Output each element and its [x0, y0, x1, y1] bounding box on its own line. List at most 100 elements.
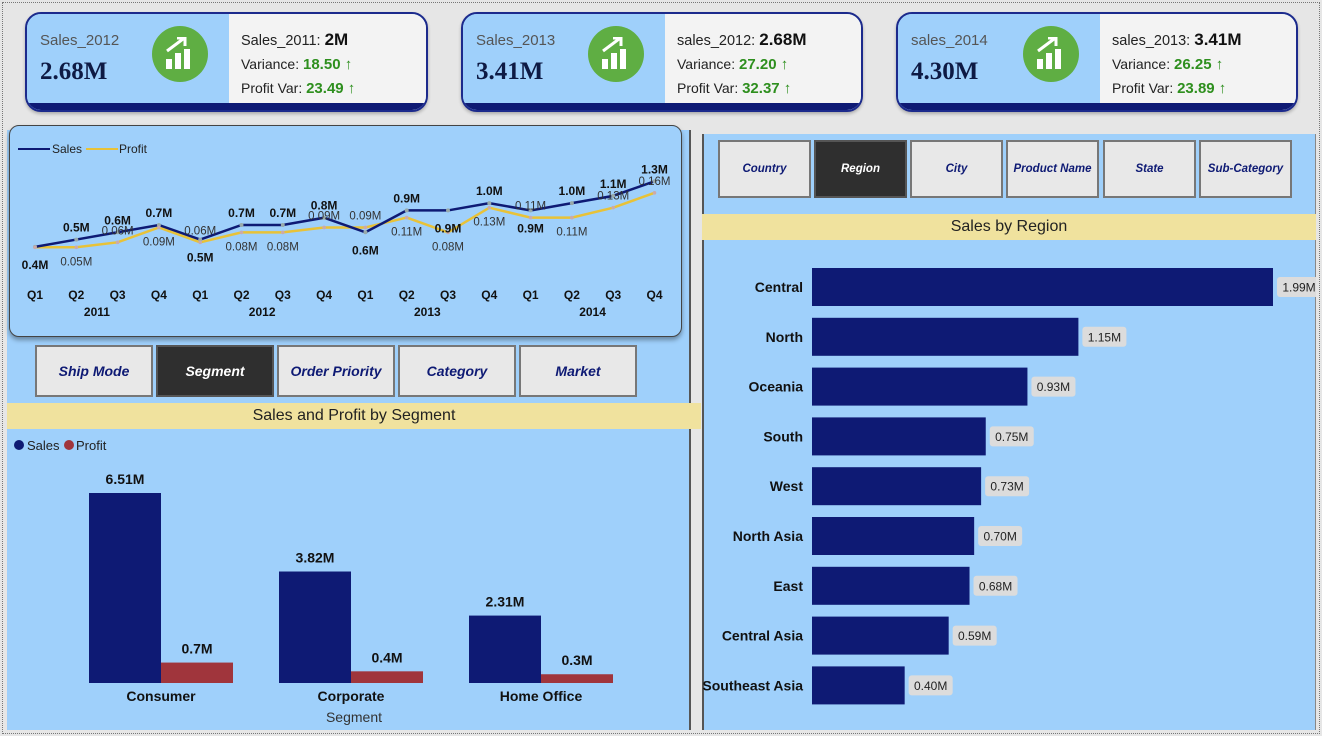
profit-data-label: 0.09M: [349, 210, 381, 222]
legend-sales-label: Sales: [27, 438, 60, 453]
sales-bar-label: 2.31M: [486, 594, 525, 610]
profit-point: [363, 225, 368, 230]
slicer-segment[interactable]: Segment: [156, 345, 274, 397]
year-label: 2011: [84, 305, 110, 319]
segment-chart-title: Sales and Profit by Segment: [7, 403, 701, 429]
kpi-variance: Variance: 26.25 ↑: [1112, 56, 1224, 73]
slicer-sub-category[interactable]: Sub-Category: [1199, 140, 1292, 198]
kpi-previous-year: Sales_2011: 2M: [241, 30, 349, 49]
sales-profit-trend-chart[interactable]: Sales Profit 0.4M 0.5M 0.6M 0.7M 0.5M 0.7M 0.7M 0…: [10, 126, 681, 336]
profit-point: [115, 240, 120, 245]
sales-data-label: 0.7M: [146, 206, 173, 220]
sales-point: [569, 201, 574, 206]
category-label: Consumer: [126, 688, 196, 704]
region-label: East: [773, 578, 803, 594]
region-value-label: 0.59M: [958, 629, 991, 643]
sales-data-label: 0.7M: [269, 206, 296, 220]
kpi-profit-variance: Profit Var: 23.49 ↑: [241, 80, 356, 97]
sales-data-label: 0.4M: [22, 258, 49, 272]
region-bar[interactable]: [812, 566, 970, 605]
slicer-country[interactable]: Country: [718, 140, 811, 198]
slicer-product-name[interactable]: Product Name: [1006, 140, 1099, 198]
region-bar[interactable]: [812, 268, 1273, 306]
x-tick-label: Q2: [564, 288, 580, 302]
sales-point: [446, 208, 450, 213]
profit-point: [239, 230, 244, 235]
profit-data-label: 0.09M: [308, 210, 340, 222]
sales-data-label: 1.1M: [600, 177, 627, 191]
region-bar[interactable]: [812, 417, 986, 456]
sales-point: [280, 223, 285, 227]
region-bar[interactable]: [812, 666, 905, 705]
profit-data-label: 0.08M: [432, 241, 464, 253]
legend-profit-label: Profit: [119, 142, 148, 156]
x-tick-label: Q1: [192, 288, 208, 302]
profit-data-label: 0.16M: [639, 176, 671, 188]
year-label: 2012: [249, 305, 276, 319]
kpi-card-sales-2014[interactable]: sales_2014 4.30M sales_2013: 3.41M Varia…: [896, 12, 1298, 112]
profit-bar-label: 0.7M: [181, 641, 212, 657]
kpi-bottom-bar: [463, 103, 861, 110]
sales-bar[interactable]: [469, 615, 541, 683]
kpi-previous-year: sales_2013: 3.41M: [1112, 30, 1242, 49]
region-bar[interactable]: [812, 367, 1028, 406]
category-label: Home Office: [500, 688, 583, 704]
x-tick-label: Q2: [233, 288, 249, 302]
x-tick-label: Q1: [357, 288, 373, 302]
sales-data-label: 0.6M: [352, 243, 379, 257]
slicer-city[interactable]: City: [910, 140, 1003, 198]
profit-point: [611, 205, 615, 210]
kpi-card-sales-2012[interactable]: Sales_2012 2.68M Sales_2011: 2M Variance…: [25, 12, 428, 112]
sales-bar-label: 6.51M: [106, 471, 145, 487]
profit-bar[interactable]: [351, 671, 423, 683]
sales-data-label: 0.7M: [228, 206, 255, 220]
bar-chart-growth-icon: [588, 26, 644, 82]
kpi-profit-variance: Profit Var: 23.89 ↑: [1112, 80, 1227, 97]
sales-data-label: 0.9M: [435, 221, 462, 235]
region-label: North Asia: [733, 528, 803, 544]
bar-chart-growth-icon: [1023, 26, 1079, 82]
region-bar[interactable]: [812, 467, 982, 506]
x-tick-label: Q4: [316, 288, 332, 302]
sales-bar[interactable]: [279, 571, 351, 683]
bar-chart-growth-icon: [152, 26, 208, 82]
sales-bar[interactable]: [89, 493, 161, 683]
profit-data-label: 0.06M: [102, 225, 134, 237]
region-chart-title: Sales by Region: [702, 214, 1316, 240]
profit-data-label: 0.11M: [515, 201, 546, 213]
sales-data-label: 0.9M: [393, 191, 420, 205]
profit-data-label: 0.11M: [556, 227, 587, 239]
profit-bar[interactable]: [541, 674, 613, 683]
kpi-card-sales-2013[interactable]: Sales_2013 3.41M sales_2012: 2.68M Varia…: [461, 12, 863, 112]
legend-profit-label: Profit: [76, 438, 107, 453]
profit-data-label: 0.05M: [60, 256, 92, 268]
region-bar[interactable]: [812, 317, 1079, 356]
kpi-value: 3.41M: [476, 58, 544, 85]
profit-bar[interactable]: [161, 662, 233, 683]
region-bar[interactable]: [812, 616, 949, 655]
kpi-variance: Variance: 27.20 ↑: [677, 56, 789, 73]
slicer-region[interactable]: Region: [814, 140, 907, 198]
year-label: 2013: [414, 305, 441, 319]
region-value-label: 0.73M: [990, 480, 1023, 494]
segment-bar-chart[interactable]: Sales Profit 6.51M 0.7M Consumer 3.82M 0.4M Cor…: [8, 430, 690, 730]
slicer-ship-mode[interactable]: Ship Mode: [35, 345, 153, 397]
profit-point: [652, 191, 657, 195]
slicer-category[interactable]: Category: [398, 345, 516, 397]
region-bar-chart[interactable]: Central 1.99M North 1.15M Oceania 0.93M South 0…: [702, 242, 1316, 730]
profit-data-label: 0.13M: [473, 217, 505, 229]
profit-data-label: 0.06M: [184, 225, 216, 237]
region-bar[interactable]: [812, 517, 975, 555]
region-value-label: 0.40M: [914, 679, 947, 693]
sales-data-label: 0.5M: [63, 221, 90, 235]
slicer-market[interactable]: Market: [519, 345, 637, 397]
sales-data-label: 1.3M: [641, 162, 668, 176]
profit-point: [404, 215, 409, 220]
x-tick-label: Q4: [151, 288, 167, 302]
kpi-label: Sales_2013: [476, 32, 556, 49]
region-label: Central: [755, 279, 803, 295]
slicer-order-priority[interactable]: Order Priority: [277, 345, 395, 397]
sales-point: [404, 208, 409, 213]
slicer-state[interactable]: State: [1103, 140, 1196, 198]
profit-point: [487, 205, 492, 210]
